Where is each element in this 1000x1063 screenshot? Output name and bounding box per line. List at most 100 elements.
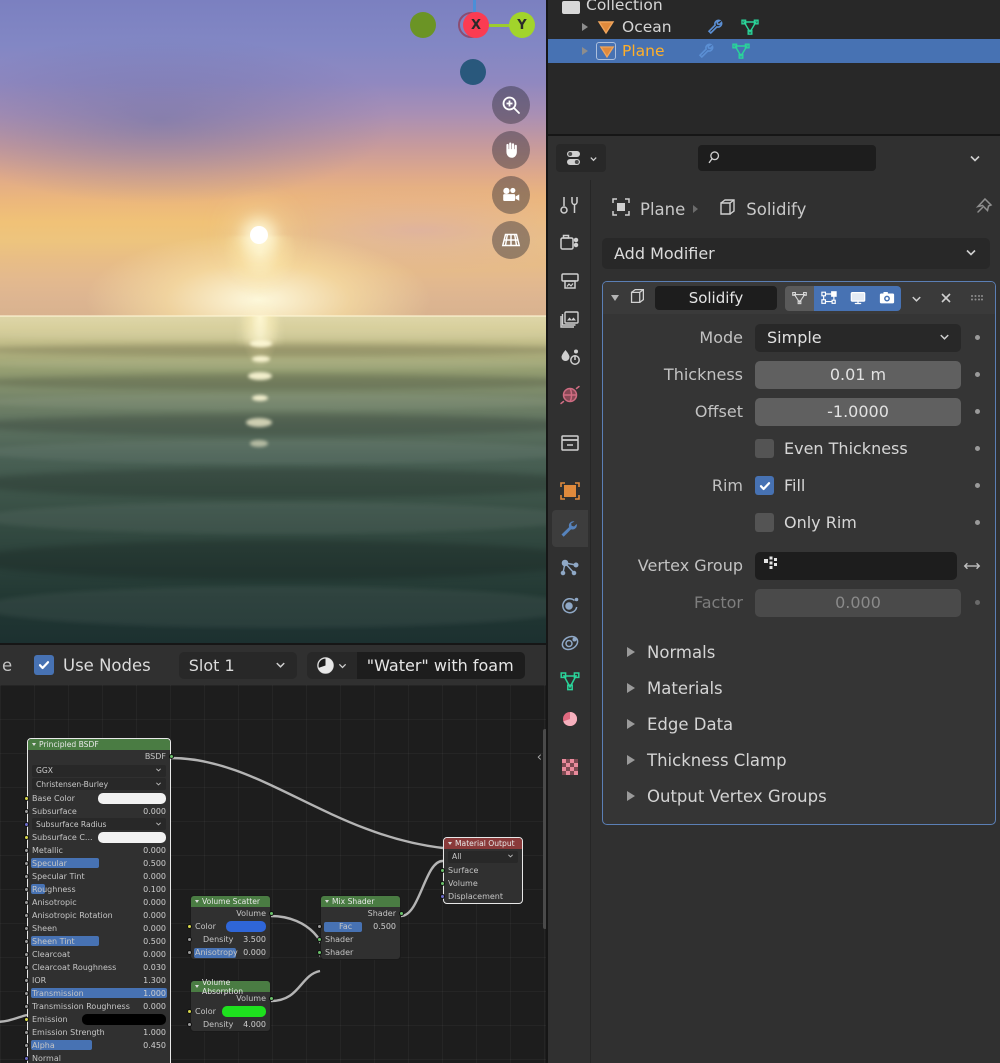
tab-scene[interactable]: [552, 338, 588, 375]
input-metallic[interactable]: Metallic 0.000: [24, 844, 170, 857]
gizmo-axis-dot-neg-y[interactable]: [410, 12, 436, 38]
socket-shader-out[interactable]: [399, 911, 404, 916]
node-mix-shader[interactable]: Mix Shader Shader Fac 0.500 Shader Shade…: [317, 895, 404, 960]
expand-arrow-icon[interactable]: [582, 23, 588, 31]
socket-volume-out[interactable]: [269, 996, 274, 1001]
socket-emission[interactable]: [24, 1016, 29, 1022]
tab-render[interactable]: [552, 224, 588, 261]
search-field[interactable]: [730, 149, 870, 167]
modifier-header[interactable]: Solidify: [603, 282, 995, 314]
subpanel-materials[interactable]: Materials: [603, 670, 995, 706]
rim-fill-checkbox[interactable]: [755, 476, 774, 495]
tab-material[interactable]: [552, 700, 588, 737]
input-specular[interactable]: Specular 0.500: [24, 857, 170, 870]
input-volume[interactable]: Volume: [440, 877, 522, 890]
material-name-field[interactable]: "Water" with foam: [356, 651, 525, 679]
header-options-chevron[interactable]: [962, 145, 988, 171]
only-rim-checkbox[interactable]: [755, 513, 774, 532]
subsurface-color-swatch[interactable]: [98, 831, 166, 843]
input-vs-anisotropy[interactable]: Anisotropy 0.000: [187, 946, 270, 959]
node-principled-bsdf[interactable]: Principled BSDF BSDF GGX Christensen-Bur…: [24, 738, 174, 1063]
navigation-gizmo[interactable]: X Y: [404, 0, 544, 92]
input-emission[interactable]: Emission: [24, 1013, 170, 1026]
gizmo-axis-dot-neg-z[interactable]: [460, 59, 486, 85]
socket-subsurface[interactable]: [24, 808, 29, 814]
input-subsurface-radius[interactable]: Subsurface Radius: [24, 818, 170, 831]
tab-view-layer[interactable]: [552, 300, 588, 337]
socket-anisotropic-rotation[interactable]: [24, 912, 29, 918]
animate-property-dot[interactable]: [967, 335, 987, 340]
properties-tab-strip[interactable]: [548, 180, 592, 1063]
socket-ior[interactable]: [24, 977, 29, 983]
drag-handle-icon[interactable]: [961, 286, 991, 311]
even-thickness-checkbox[interactable]: [755, 439, 774, 458]
volume-absorption-color-swatch[interactable]: [222, 1006, 266, 1017]
input-fac[interactable]: Fac 0.500: [317, 920, 400, 933]
node-title[interactable]: Mix Shader: [321, 896, 400, 907]
tab-modifiers[interactable]: [552, 510, 588, 547]
input-va-density[interactable]: Density 4.000: [187, 1018, 270, 1031]
search-input[interactable]: [698, 145, 876, 171]
animate-property-dot[interactable]: [967, 600, 987, 605]
mesh-data-icon[interactable]: [740, 18, 760, 36]
socket-clearcoat-roughness[interactable]: [24, 964, 29, 970]
gizmo-axis-y[interactable]: Y: [509, 12, 535, 38]
collapse-triangle-icon[interactable]: [611, 295, 619, 301]
input-displacement[interactable]: Displacement: [440, 890, 522, 903]
zoom-icon[interactable]: [492, 86, 530, 124]
material-browse-dropdown[interactable]: [306, 651, 357, 679]
input-clearcoat-roughness[interactable]: Clearcoat Roughness 0.030: [24, 961, 170, 974]
outliner-row-plane[interactable]: Plane: [548, 39, 1000, 63]
wrench-icon[interactable]: [706, 18, 726, 36]
tab-physics[interactable]: [552, 586, 588, 623]
socket-volume-out[interactable]: [269, 911, 274, 916]
socket-density[interactable]: [187, 937, 192, 942]
socket-roughness[interactable]: [24, 886, 29, 892]
socket-alpha[interactable]: [24, 1042, 29, 1048]
socket-fac[interactable]: [317, 924, 322, 929]
input-roughness[interactable]: Roughness 0.100: [24, 883, 170, 896]
input-va-color[interactable]: Color: [187, 1005, 270, 1018]
socket-specular-tint[interactable]: [24, 873, 29, 879]
node-output-volume[interactable]: Volume: [191, 907, 274, 920]
socket-normal[interactable]: [24, 1055, 29, 1061]
socket-volume[interactable]: [440, 881, 445, 886]
socket-transmission-roughness[interactable]: [24, 1003, 29, 1009]
input-anisotropic[interactable]: Anisotropic 0.000: [24, 896, 170, 909]
vertex-group-field[interactable]: [755, 551, 957, 580]
add-modifier-button[interactable]: Add Modifier: [602, 238, 990, 269]
breadcrumb-modifier[interactable]: Solidify: [746, 200, 806, 219]
outliner-row-ocean[interactable]: Ocean: [548, 15, 1000, 39]
gizmo-axis-x[interactable]: X: [463, 12, 489, 38]
socket-transmission[interactable]: [24, 990, 29, 996]
socket-bsdf[interactable]: [169, 754, 174, 759]
socket-displacement[interactable]: [440, 894, 445, 899]
socket-density[interactable]: [187, 1022, 192, 1027]
factor-field[interactable]: 0.000: [755, 588, 961, 617]
node-canvas[interactable]: Principled BSDF BSDF GGX Christensen-Bur…: [0, 685, 548, 1063]
expand-arrow-icon[interactable]: [582, 47, 588, 55]
tab-particles[interactable]: [552, 548, 588, 585]
tab-output[interactable]: [552, 262, 588, 299]
outliner-object-name[interactable]: Ocean: [622, 18, 672, 36]
outliner-collection-row[interactable]: Collection: [548, 0, 1000, 14]
offset-field[interactable]: -1.0000: [755, 397, 961, 426]
node-output-bsdf[interactable]: BSDF: [28, 750, 174, 763]
input-transmission-roughness[interactable]: Transmission Roughness 0.000: [24, 1000, 170, 1013]
subpanel-output-vertex-groups[interactable]: Output Vertex Groups: [603, 778, 995, 814]
node-volume-absorption[interactable]: Volume Absorption Volume Color Density 4…: [187, 978, 274, 1032]
camera-icon[interactable]: [492, 176, 530, 214]
modifier-extras-chevron[interactable]: [901, 286, 931, 311]
close-icon[interactable]: [931, 286, 961, 311]
input-specular-tint[interactable]: Specular Tint 0.000: [24, 870, 170, 883]
input-base-color[interactable]: Base Color: [24, 792, 170, 805]
node-title[interactable]: Material Output: [444, 838, 522, 849]
tab-world[interactable]: [552, 376, 588, 413]
input-anisotropic-rotation[interactable]: Anisotropic Rotation 0.000: [24, 909, 170, 922]
socket-clearcoat[interactable]: [24, 951, 29, 957]
node-output-volume[interactable]: Volume: [191, 992, 274, 1005]
sidebar-collapse-arrow-icon[interactable]: ‹: [537, 750, 542, 765]
input-subsurface[interactable]: Subsurface 0.000: [24, 805, 170, 818]
volume-scatter-color-swatch[interactable]: [226, 921, 266, 932]
input-clearcoat[interactable]: Clearcoat 0.000: [24, 948, 170, 961]
